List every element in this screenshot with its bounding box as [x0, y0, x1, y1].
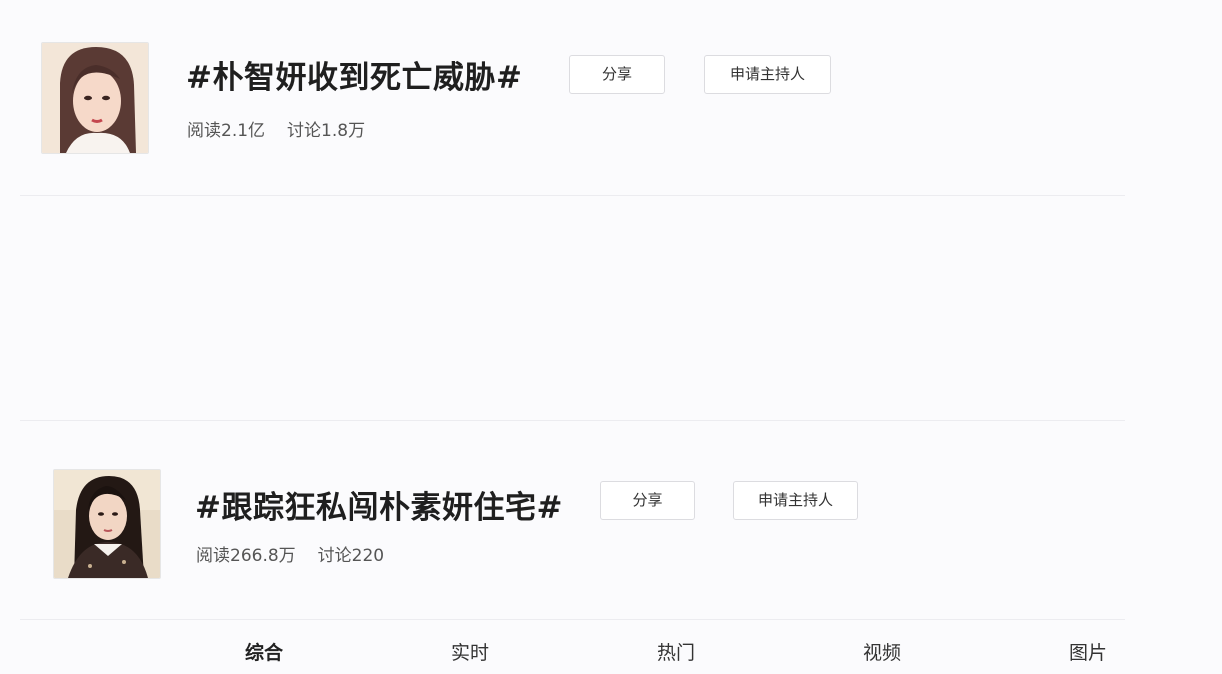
- tab-video[interactable]: 视频: [863, 638, 901, 665]
- apply-host-button[interactable]: 申请主持人: [733, 481, 858, 520]
- topic-card-1: #朴智妍收到死亡威胁# 分享 申请主持人 阅读2.1亿 讨论1.8万: [20, 0, 1125, 196]
- feed-tab-bar: 综合 实时 热门 视频 图片: [20, 619, 1125, 674]
- discussion-count: 讨论220: [317, 546, 385, 566]
- topic-avatar[interactable]: [41, 42, 149, 154]
- share-button[interactable]: 分享: [569, 55, 665, 94]
- tab-comprehensive[interactable]: 综合: [245, 638, 283, 665]
- apply-host-button[interactable]: 申请主持人: [704, 55, 831, 94]
- share-button[interactable]: 分享: [600, 481, 695, 520]
- discussion-count: 讨论1.8万: [287, 121, 366, 141]
- topic-title[interactable]: #跟踪狂私闯朴素妍住宅#: [195, 482, 563, 527]
- tab-pictures[interactable]: 图片: [1069, 638, 1107, 665]
- tab-hot[interactable]: 热门: [657, 638, 695, 665]
- topic-stats: 阅读2.1亿 讨论1.8万: [187, 116, 365, 141]
- topic-avatar[interactable]: [53, 469, 161, 579]
- topic-title[interactable]: #朴智妍收到死亡威胁#: [186, 52, 522, 97]
- read-count: 阅读266.8万: [196, 546, 296, 566]
- topic-stats: 阅读266.8万 讨论220: [196, 541, 384, 566]
- tab-realtime[interactable]: 实时: [451, 638, 489, 665]
- read-count: 阅读2.1亿: [187, 121, 266, 141]
- topic-card-2: #跟踪狂私闯朴素妍住宅# 分享 申请主持人 阅读266.8万 讨论220 综合 实…: [20, 420, 1125, 673]
